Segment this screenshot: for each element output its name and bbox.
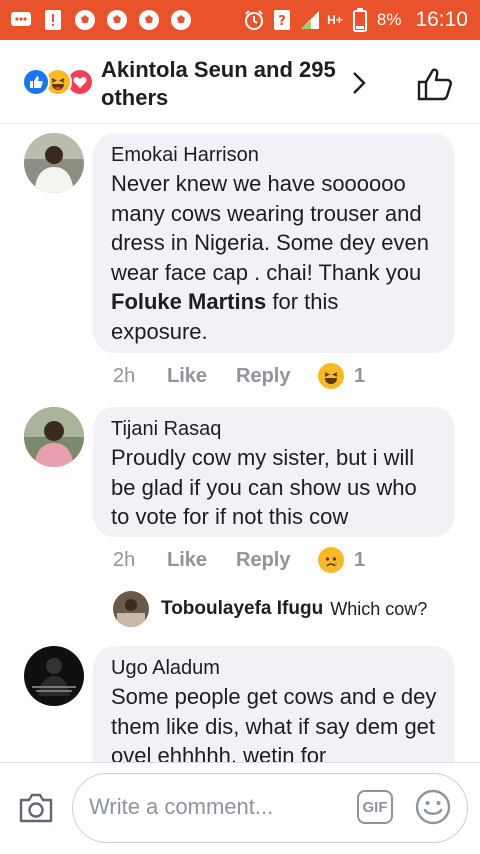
comment-author[interactable]: Ugo Aladum xyxy=(111,656,437,680)
alarm-icon xyxy=(243,9,265,31)
message-notification-icon xyxy=(10,9,32,31)
comment-author[interactable]: Emokai Harrison xyxy=(111,143,437,167)
alert-notification-icon xyxy=(42,9,64,31)
reactions-title[interactable]: Akintola Seun and 295 others xyxy=(101,56,351,112)
status-bar: ? H+ 8% 16:10 xyxy=(0,0,480,40)
sticker-icon[interactable] xyxy=(415,789,451,825)
reply-preview[interactable]: Toboulayefa Ifugu Which cow? xyxy=(113,591,427,627)
like-button[interactable]: Like xyxy=(167,549,236,572)
comment-text-part: Never knew we have soooooo many cows wea… xyxy=(111,171,429,285)
avatar[interactable] xyxy=(113,591,149,627)
reply-button[interactable]: Reply xyxy=(236,365,318,388)
comment-actions: 2h Like Reply 1 xyxy=(113,363,365,389)
comment-text: Proudly cow my sister, but i will be gla… xyxy=(111,445,417,529)
chevron-right-icon[interactable] xyxy=(348,70,370,96)
gif-button[interactable]: GIF xyxy=(357,790,393,824)
comment-time: 2h xyxy=(113,548,136,571)
notification-icons xyxy=(0,9,192,31)
reaction-summary[interactable] xyxy=(22,68,98,98)
comment-actions: 2h Like Reply 1 xyxy=(113,547,365,573)
svg-text:?: ? xyxy=(278,14,286,29)
battery-percent: 8% xyxy=(376,10,402,29)
comment-placeholder: Write a comment... xyxy=(89,794,274,819)
football-notification-icon xyxy=(106,9,128,31)
reaction-count[interactable]: 1 xyxy=(354,365,365,388)
like-icon xyxy=(22,68,50,96)
avatar[interactable] xyxy=(24,646,84,706)
camera-icon[interactable] xyxy=(18,791,54,825)
avatar[interactable] xyxy=(24,133,84,193)
network-type: H+ xyxy=(327,13,343,27)
comment-bubble[interactable]: Tijani Rasaq Proudly cow my sister, but … xyxy=(93,407,455,537)
system-status: ? H+ 8% 16:10 xyxy=(243,8,480,32)
comment-bubble[interactable]: Emokai Harrison Never knew we have soooo… xyxy=(93,133,455,353)
battery-icon xyxy=(349,8,371,32)
clock: 16:10 xyxy=(415,8,468,31)
comment-time: 2h xyxy=(113,364,136,387)
like-outline-icon[interactable] xyxy=(416,66,454,102)
comment-text: Never knew we have soooooo many cows wea… xyxy=(111,169,437,346)
signal-icon xyxy=(299,9,321,31)
haha-icon[interactable] xyxy=(318,363,344,389)
unknown-sim-icon: ? xyxy=(271,9,293,31)
reply-author[interactable]: Toboulayefa Ifugu xyxy=(161,598,323,620)
avatar[interactable] xyxy=(24,407,84,467)
comment-author[interactable]: Tijani Rasaq xyxy=(111,417,437,441)
like-button[interactable]: Like xyxy=(167,365,236,388)
reply-text: Which cow? xyxy=(330,598,428,619)
football-notification-icon xyxy=(170,9,192,31)
comment-text: Some people get cows and e dey them like… xyxy=(111,684,437,768)
football-notification-icon xyxy=(74,9,96,31)
football-notification-icon xyxy=(138,9,160,31)
comment-composer: Write a comment... GIF xyxy=(0,762,480,854)
reply-button[interactable]: Reply xyxy=(236,549,318,572)
mention-link[interactable]: Foluke Martins xyxy=(111,289,266,314)
reactions-header: Akintola Seun and 295 others xyxy=(0,40,480,124)
reaction-count[interactable]: 1 xyxy=(354,549,365,572)
sad-icon[interactable] xyxy=(318,547,344,573)
comment-input[interactable]: Write a comment... GIF xyxy=(72,773,468,843)
